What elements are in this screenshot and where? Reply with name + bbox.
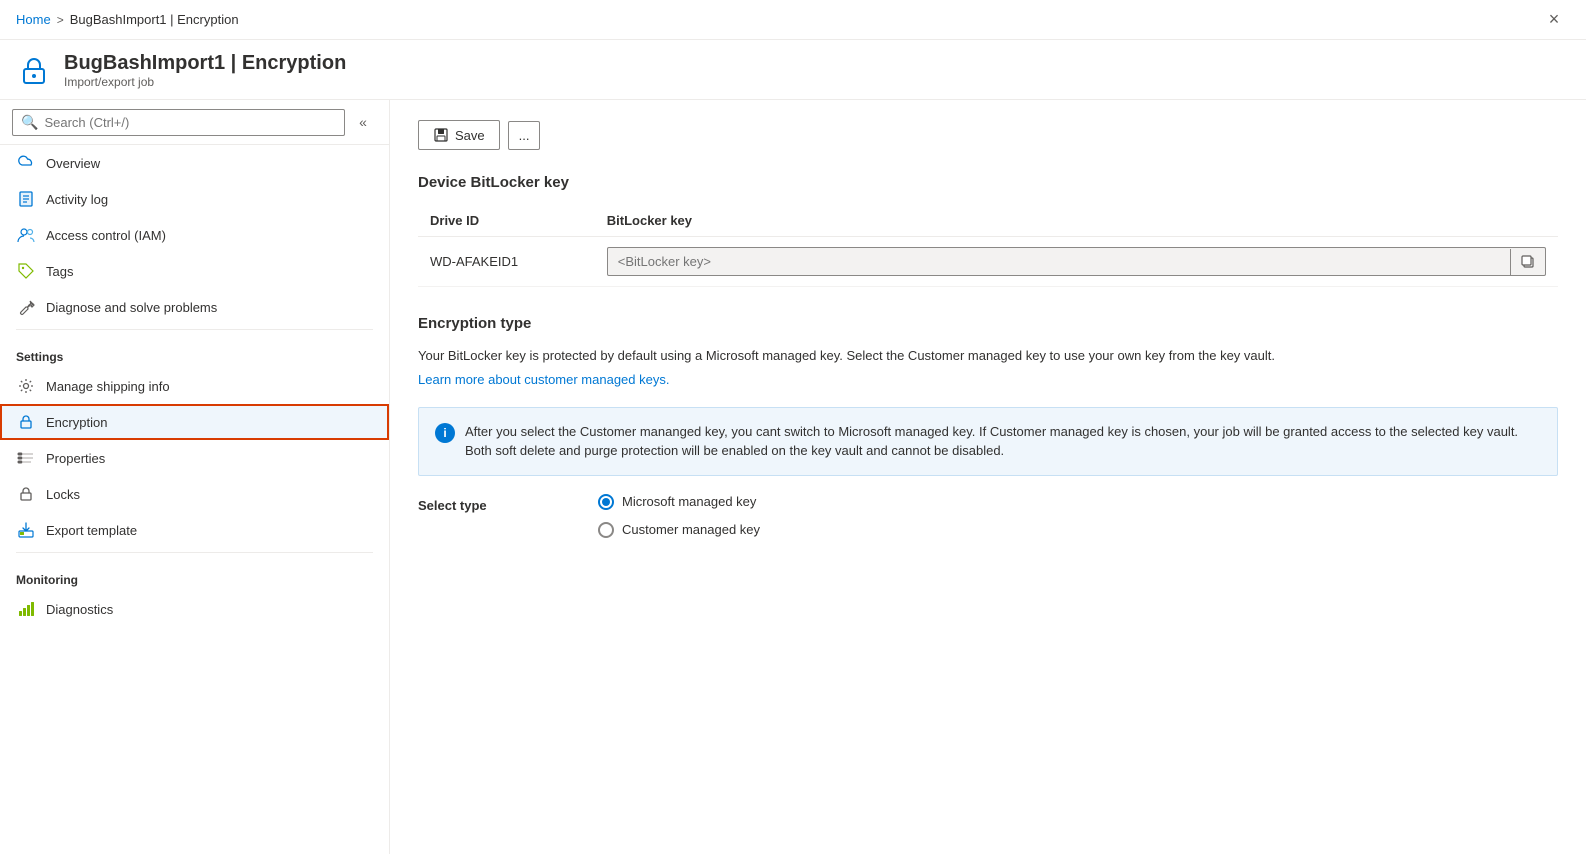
- learn-more-link[interactable]: Learn more about customer managed keys.: [418, 372, 669, 387]
- radio-microsoft-managed[interactable]: Microsoft managed key: [598, 494, 760, 510]
- sidebar-item-overview-label: Overview: [46, 156, 100, 171]
- bitlocker-section-title: Device BitLocker key: [418, 174, 1558, 191]
- copy-icon: [1521, 255, 1535, 269]
- bitlocker-key-cell: [595, 237, 1558, 287]
- sidebar-item-locks-label: Locks: [46, 487, 80, 502]
- lock-icon: [16, 412, 36, 432]
- breadcrumb: Home > BugBashImport1 | Encryption: [16, 12, 239, 27]
- radio-circle-microsoft: [598, 494, 614, 510]
- sidebar-item-iam-label: Access control (IAM): [46, 228, 166, 243]
- info-box: i After you select the Customer mananged…: [418, 407, 1558, 476]
- sidebar-item-diagnose[interactable]: Diagnose and solve problems: [0, 289, 389, 325]
- sidebar-item-encryption-label: Encryption: [46, 415, 107, 430]
- sidebar-item-shipping-label: Manage shipping info: [46, 379, 170, 394]
- save-icon: [433, 127, 449, 143]
- tag-icon: [16, 261, 36, 281]
- table-row: WD-AFAKEID1: [418, 237, 1558, 287]
- header-text: BugBashImport1 | Encryption Import/expor…: [64, 52, 346, 89]
- bitlocker-table: Drive ID BitLocker key WD-AFAKEID1: [418, 205, 1558, 287]
- sidebar-item-overview[interactable]: Overview: [0, 145, 389, 181]
- encryption-description: Your BitLocker key is protected by defau…: [418, 346, 1558, 366]
- sidebar-item-locks[interactable]: Locks: [0, 476, 389, 512]
- radio-circle-customer: [598, 522, 614, 538]
- page-title: BugBashImport1 | Encryption: [64, 52, 346, 75]
- settings-section-header: Settings: [0, 334, 389, 368]
- select-type-section: Select type Microsoft managed key Custom…: [418, 494, 1558, 538]
- properties-icon: [16, 448, 36, 468]
- diagnostics-icon: [16, 599, 36, 619]
- sidebar: 🔍 « Overview Activity log Access control…: [0, 100, 390, 854]
- select-type-label: Select type: [418, 494, 538, 513]
- radio-microsoft-label: Microsoft managed key: [622, 494, 756, 509]
- main-content: Save ... Device BitLocker key Drive ID B…: [390, 100, 1586, 854]
- save-button[interactable]: Save: [418, 120, 500, 150]
- encryption-type-title: Encryption type: [418, 315, 1558, 332]
- more-button[interactable]: ...: [508, 121, 541, 150]
- collapse-button[interactable]: «: [349, 108, 377, 136]
- monitoring-divider: [16, 552, 373, 553]
- sidebar-item-tags[interactable]: Tags: [0, 253, 389, 289]
- locks-icon: [16, 484, 36, 504]
- monitoring-section-header: Monitoring: [0, 557, 389, 591]
- sidebar-search-area: 🔍 «: [0, 100, 389, 145]
- radio-group: Microsoft managed key Customer managed k…: [598, 494, 760, 538]
- encryption-type-section: Encryption type Your BitLocker key is pr…: [418, 315, 1558, 387]
- breadcrumb-home[interactable]: Home: [16, 12, 51, 27]
- search-input[interactable]: [44, 115, 336, 130]
- copy-button[interactable]: [1510, 249, 1545, 275]
- search-icon: 🔍: [21, 114, 38, 131]
- sidebar-item-properties[interactable]: Properties: [0, 440, 389, 476]
- sidebar-item-access-control[interactable]: Access control (IAM): [0, 217, 389, 253]
- page-header: BugBashImport1 | Encryption Import/expor…: [0, 40, 1586, 100]
- sidebar-item-properties-label: Properties: [46, 451, 105, 466]
- people-icon: [16, 225, 36, 245]
- breadcrumb-separator: >: [57, 13, 64, 27]
- sidebar-item-diagnose-label: Diagnose and solve problems: [46, 300, 217, 315]
- bitlocker-key-input[interactable]: [608, 248, 1510, 275]
- cloud-icon: [16, 153, 36, 173]
- sidebar-item-export-template[interactable]: Export template: [0, 512, 389, 548]
- wrench-icon: [16, 297, 36, 317]
- settings-divider: [16, 329, 373, 330]
- sidebar-item-manage-shipping[interactable]: Manage shipping info: [0, 368, 389, 404]
- bitlocker-input-wrap: [607, 247, 1546, 276]
- gear-icon: [16, 376, 36, 396]
- header-lock-icon: [16, 53, 52, 89]
- close-button[interactable]: ×: [1538, 4, 1570, 36]
- radio-customer-managed[interactable]: Customer managed key: [598, 522, 760, 538]
- sidebar-item-tags-label: Tags: [46, 264, 73, 279]
- drive-id-cell: WD-AFAKEID1: [418, 237, 595, 287]
- sidebar-item-diagnostics-label: Diagnostics: [46, 602, 113, 617]
- export-icon: [16, 520, 36, 540]
- sidebar-item-activity-label: Activity log: [46, 192, 108, 207]
- info-text: After you select the Customer mananged k…: [465, 422, 1541, 461]
- col-drive-id: Drive ID: [418, 205, 595, 237]
- sidebar-item-activity-log[interactable]: Activity log: [0, 181, 389, 217]
- info-icon: i: [435, 423, 455, 443]
- page-subtitle: Import/export job: [64, 75, 346, 89]
- sidebar-item-export-label: Export template: [46, 523, 137, 538]
- activity-icon: [16, 189, 36, 209]
- sidebar-item-diagnostics[interactable]: Diagnostics: [0, 591, 389, 627]
- breadcrumb-current: BugBashImport1 | Encryption: [70, 12, 239, 27]
- sidebar-item-encryption[interactable]: Encryption: [0, 404, 389, 440]
- search-input-wrap[interactable]: 🔍: [12, 109, 345, 136]
- radio-customer-label: Customer managed key: [622, 522, 760, 537]
- toolbar: Save ...: [418, 120, 1558, 150]
- col-bitlocker-key: BitLocker key: [595, 205, 1558, 237]
